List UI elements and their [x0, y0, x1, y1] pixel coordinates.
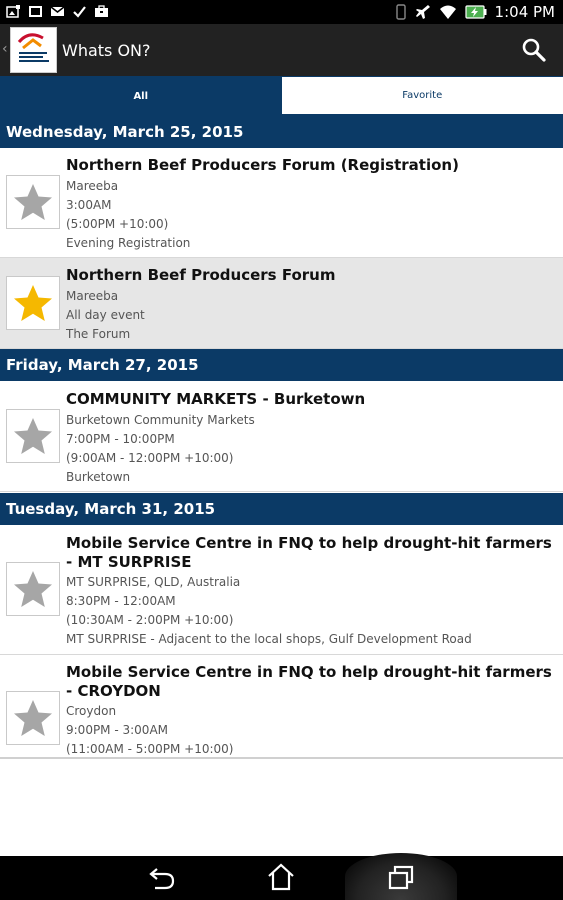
event-description: Burketown — [66, 470, 131, 484]
favorite-toggle[interactable] — [6, 175, 60, 229]
event-location: Mareeba — [66, 289, 119, 303]
date-header: Tuesday, March 31, 2015 — [0, 493, 563, 525]
event-row-favorite[interactable]: Northern Beef Producers Forum Mareeba Al… — [0, 258, 563, 349]
event-time: 9:00PM - 3:00AM — [66, 723, 169, 737]
tab-all[interactable]: All — [0, 76, 282, 116]
event-title: COMMUNITY MARKETS - Burketown — [66, 390, 366, 408]
event-description: Evening Registration — [66, 236, 191, 250]
star-outline-icon — [14, 700, 52, 736]
event-description: The Forum — [66, 327, 131, 341]
back-icon[interactable] — [147, 863, 177, 893]
up-caret-icon[interactable]: ‹ — [2, 41, 8, 57]
event-time-offset: (11:00AM - 5:00PM +10:00) — [66, 742, 234, 756]
event-time: 3:00AM — [66, 198, 112, 212]
event-location: MT SURPRISE, QLD, Australia — [66, 575, 241, 589]
event-time: All day event — [66, 308, 145, 322]
event-time: 8:30PM - 12:00AM — [66, 594, 176, 608]
check-icon — [73, 6, 86, 18]
event-time: 7:00PM - 10:00PM — [66, 432, 175, 446]
battery-charging-icon — [464, 5, 487, 19]
event-row[interactable]: Northern Beef Producers Forum (Registrat… — [0, 148, 563, 258]
favorite-toggle[interactable] — [6, 276, 60, 330]
vibrate-icon — [395, 4, 406, 20]
airplane-icon — [415, 5, 430, 19]
recent-apps-icon[interactable] — [386, 863, 416, 893]
gmail-icon — [50, 6, 65, 16]
event-location: Mareeba — [66, 179, 119, 193]
status-clock: 1:04 PM — [494, 3, 555, 21]
event-time-offset: (9:00AM - 12:00PM +10:00) — [66, 451, 234, 465]
system-icons: 1:04 PM — [395, 3, 555, 21]
home-icon[interactable] — [266, 862, 296, 892]
event-location: Croydon — [66, 704, 117, 718]
event-time-offset: (5:00PM +10:00) — [66, 217, 169, 231]
tab-favorite[interactable]: Favorite — [281, 76, 563, 116]
star-outline-icon — [14, 184, 52, 220]
event-time-offset: (10:30AM - 2:00PM +10:00) — [66, 613, 234, 627]
star-outline-icon — [14, 418, 52, 454]
logo-graphic — [17, 33, 49, 62]
event-title: Northern Beef Producers Forum (Registrat… — [66, 156, 459, 174]
event-title: Northern Beef Producers Forum — [66, 266, 336, 284]
tab-bar: All Favorite — [0, 76, 563, 116]
event-row[interactable]: Mobile Service Centre in FNQ to help dro… — [0, 525, 563, 655]
wifi-icon — [439, 5, 456, 19]
event-row[interactable]: Mobile Service Centre in FNQ to help dro… — [0, 655, 563, 759]
event-description: MT SURPRISE - Adjacent to the local shop… — [66, 632, 472, 646]
briefcase-icon — [95, 5, 108, 17]
notification-icons — [6, 4, 109, 19]
app-logo[interactable] — [10, 27, 57, 73]
event-row[interactable]: COMMUNITY MARKETS - Burketown Burketown … — [0, 381, 563, 492]
event-location: Burketown Community Markets — [66, 413, 255, 427]
event-title: Mobile Service Centre in FNQ to help dro… — [66, 663, 552, 700]
screenshot-icon — [29, 6, 42, 17]
search-icon[interactable] — [521, 37, 547, 63]
star-filled-icon — [14, 285, 52, 321]
photo-icon — [6, 5, 20, 18]
date-header: Wednesday, March 25, 2015 — [0, 116, 563, 148]
date-header: Friday, March 27, 2015 — [0, 349, 563, 381]
page-title: Whats ON? — [62, 41, 151, 60]
favorite-toggle[interactable] — [6, 562, 60, 616]
star-outline-icon — [14, 571, 52, 607]
status-bar: 1:04 PM — [0, 0, 563, 24]
favorite-toggle[interactable] — [6, 409, 60, 463]
favorite-toggle[interactable] — [6, 691, 60, 745]
event-title: Mobile Service Centre in FNQ to help dro… — [66, 534, 552, 571]
